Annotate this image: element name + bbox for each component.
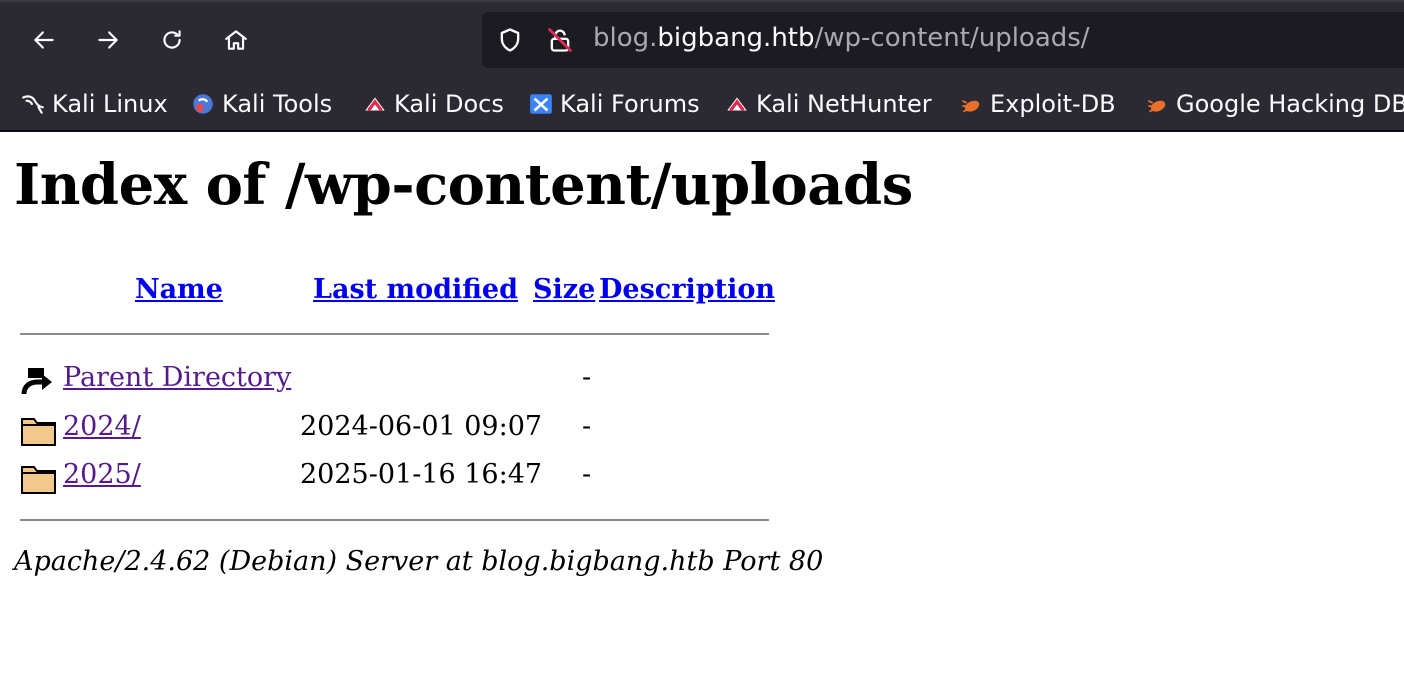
shield-icon[interactable] — [496, 26, 524, 54]
header-divider — [20, 333, 769, 335]
bookmark-kali-linux[interactable]: Kali Linux — [20, 86, 168, 122]
forward-button[interactable] — [88, 18, 128, 62]
row-last-modified: 2025-01-16 16:47 — [300, 459, 543, 490]
exploit-db-icon — [961, 99, 980, 113]
column-header-size[interactable]: Size — [533, 274, 595, 305]
bookmark-label: Kali Forums — [560, 90, 700, 118]
bookmark-label: Kali Tools — [222, 90, 333, 118]
kali-docs-icon — [365, 97, 385, 112]
row-last-modified: 2024-06-01 09:07 — [300, 411, 543, 442]
column-header-name[interactable]: Name — [135, 274, 223, 305]
folder-icon — [21, 418, 56, 446]
url-prefix: blog. — [593, 23, 658, 53]
browser-toolbar: blog.bigbang.htb/wp-content/uploads/ — [0, 0, 1404, 80]
folder-link-2025[interactable]: 2025/ — [63, 459, 141, 490]
row-size: - — [582, 459, 592, 490]
row-size: - — [582, 411, 592, 442]
folder-link-2024[interactable]: 2024/ — [63, 411, 141, 442]
folder-icon — [21, 466, 56, 494]
parent-directory-link[interactable]: Parent Directory — [63, 362, 291, 393]
url-text[interactable]: blog.bigbang.htb/wp-content/uploads/ — [593, 23, 1090, 53]
bookmark-kali-docs[interactable]: Kali Docs — [362, 86, 504, 122]
bookmark-label: Kali Docs — [394, 90, 504, 118]
kali-tools-icon — [193, 94, 213, 114]
url-host: bigbang.htb — [657, 23, 815, 53]
bookmark-label: Kali NetHunter — [756, 90, 932, 118]
home-button[interactable] — [216, 18, 256, 62]
column-header-last-modified[interactable]: Last modified — [313, 274, 518, 305]
bookmark-exploit-db[interactable]: Exploit-DB — [958, 86, 1116, 122]
forward-arrow-icon — [98, 31, 118, 49]
back-button[interactable] — [24, 18, 64, 62]
page-title: Index of /wp-content/uploads — [14, 152, 913, 218]
column-header-description[interactable]: Description — [599, 274, 775, 305]
reload-button[interactable] — [152, 18, 192, 62]
kali-dragon-icon — [22, 95, 44, 114]
row-size: - — [582, 362, 592, 393]
ghdb-icon — [1147, 99, 1166, 113]
insecure-lock-icon[interactable] — [546, 26, 574, 54]
home-icon — [225, 30, 247, 50]
bookmark-label: Kali Linux — [52, 90, 168, 118]
kali-forums-icon — [530, 94, 552, 114]
bookmark-kali-nethunter[interactable]: Kali NetHunter — [724, 86, 932, 122]
server-signature: Apache/2.4.62 (Debian) Server at blog.bi… — [14, 546, 824, 577]
url-bar[interactable]: blog.bigbang.htb/wp-content/uploads/ — [482, 12, 1404, 68]
url-path: /wp-content/uploads/ — [814, 23, 1090, 53]
page-content: Index of /wp-content/uploads Name Last m… — [0, 132, 1404, 680]
back-arrow-icon — [34, 31, 54, 49]
back-folder-icon — [21, 368, 52, 395]
bookmark-label: Exploit-DB — [990, 90, 1116, 118]
bookmark-kali-tools[interactable]: Kali Tools — [190, 86, 332, 122]
reload-icon — [163, 30, 181, 49]
footer-divider — [20, 519, 769, 521]
bookmark-label: Google Hacking DB — [1176, 90, 1404, 118]
kali-nethunter-icon — [727, 97, 747, 112]
bookmarks-toolbar: Kali Linux Kali Tools Kali Docs Kali For… — [0, 80, 1404, 132]
bookmark-google-hacking-db[interactable]: Google Hacking DB — [1144, 86, 1404, 122]
bookmark-kali-forums[interactable]: Kali Forums — [528, 86, 700, 122]
